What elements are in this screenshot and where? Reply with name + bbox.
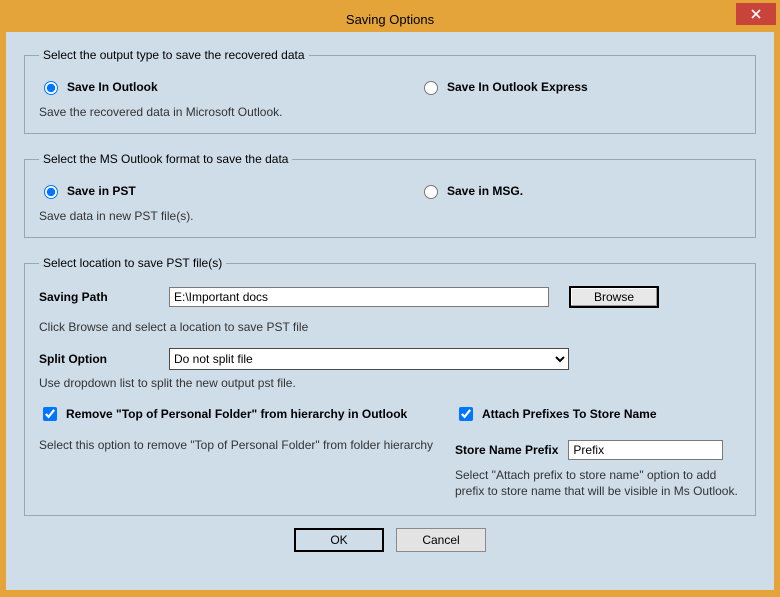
close-button[interactable] [736, 3, 776, 25]
split-option-label: Split Option [39, 352, 169, 366]
store-prefix-input[interactable] [568, 440, 723, 460]
checkbox-attach-prefix[interactable]: Attach Prefixes To Store Name [455, 404, 741, 424]
radio-save-express[interactable]: Save In Outlook Express [419, 78, 741, 95]
group-format: Select the MS Outlook format to save the… [24, 152, 756, 238]
split-option-select[interactable]: Do not split file [169, 348, 569, 370]
saving-path-input[interactable] [169, 287, 549, 307]
saving-path-label: Saving Path [39, 290, 169, 304]
radio-save-msg-label[interactable]: Save in MSG. [447, 184, 523, 198]
radio-save-express-input[interactable] [424, 81, 438, 95]
radio-save-msg[interactable]: Save in MSG. [419, 182, 741, 199]
group-location: Select location to save PST file(s) Savi… [24, 256, 756, 516]
path-hint: Click Browse and select a location to sa… [39, 320, 741, 334]
group-output-legend: Select the output type to save the recov… [39, 48, 309, 62]
browse-button[interactable]: Browse [569, 286, 659, 308]
cancel-button[interactable]: Cancel [396, 528, 486, 552]
ok-button[interactable]: OK [294, 528, 384, 552]
split-hint: Use dropdown list to split the new outpu… [39, 376, 741, 390]
button-bar: OK Cancel [24, 528, 756, 552]
radio-save-msg-input[interactable] [424, 185, 438, 199]
radio-save-outlook-input[interactable] [44, 81, 58, 95]
checkbox-remove-top-label[interactable]: Remove "Top of Personal Folder" from hie… [66, 407, 407, 421]
remove-hint: Select this option to remove "Top of Per… [39, 438, 435, 454]
radio-save-outlook-label[interactable]: Save In Outlook [67, 80, 158, 94]
checkbox-remove-top[interactable]: Remove "Top of Personal Folder" from hie… [39, 404, 435, 424]
store-prefix-label: Store Name Prefix [455, 443, 558, 457]
radio-save-outlook[interactable]: Save In Outlook [39, 78, 419, 95]
close-icon [751, 9, 761, 19]
window-title: Saving Options [346, 12, 434, 27]
group-location-legend: Select location to save PST file(s) [39, 256, 226, 270]
checkbox-attach-prefix-label[interactable]: Attach Prefixes To Store Name [482, 407, 657, 421]
window-frame: Saving Options Select the output type to… [0, 0, 780, 597]
checkbox-attach-prefix-input[interactable] [459, 407, 473, 421]
group-format-legend: Select the MS Outlook format to save the… [39, 152, 292, 166]
attach-hint: Select "Attach prefix to store name" opt… [455, 468, 741, 499]
checkbox-remove-top-input[interactable] [43, 407, 57, 421]
radio-save-pst-input[interactable] [44, 185, 58, 199]
radio-save-pst[interactable]: Save in PST [39, 182, 419, 199]
titlebar: Saving Options [6, 6, 774, 32]
output-hint: Save the recovered data in Microsoft Out… [39, 105, 741, 119]
format-hint: Save data in new PST file(s). [39, 209, 741, 223]
group-output-type: Select the output type to save the recov… [24, 48, 756, 134]
radio-save-pst-label[interactable]: Save in PST [67, 184, 136, 198]
client-area: Select the output type to save the recov… [6, 32, 774, 590]
radio-save-express-label[interactable]: Save In Outlook Express [447, 80, 588, 94]
